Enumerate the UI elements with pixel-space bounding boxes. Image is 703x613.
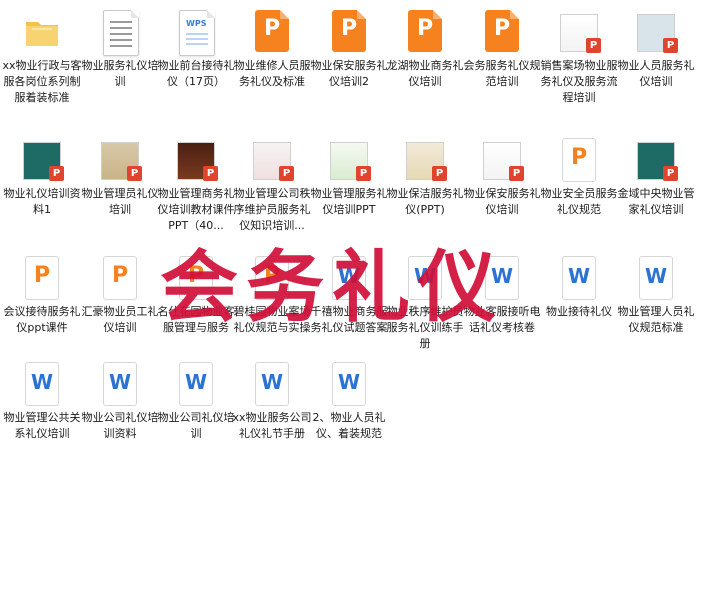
ppt-thumbnail-icon: P xyxy=(404,138,447,186)
file-item[interactable]: P 物业人员服务礼仪培训 xyxy=(616,0,696,110)
ppt-file-icon: P xyxy=(251,10,293,58)
file-item[interactable]: P 会务服务礼仪规范培训 xyxy=(462,0,542,110)
file-item[interactable]: P 物业管理商务礼仪培训教材课件PPT（40... xyxy=(156,128,236,238)
file-item[interactable]: W 物业管理公共关系礼仪培训 xyxy=(2,352,82,462)
file-name-label: 金域中央物业管家礼仪培训 xyxy=(617,187,695,216)
ppt-outline-icon: P xyxy=(251,256,293,304)
word-file-icon: W xyxy=(328,362,370,410)
ppt-thumbnail-icon: P xyxy=(558,10,601,58)
file-item[interactable]: WPS 物业前台接待礼仪（17页） xyxy=(156,0,236,110)
file-name-label: 物业接待礼仪 xyxy=(546,305,612,318)
file-item[interactable]: P 物业维修人员服务礼仪及标准 xyxy=(232,0,312,110)
file-name-label: 龙湖物业商务礼仪培训 xyxy=(386,59,464,88)
text-document-icon xyxy=(99,10,141,58)
ppt-outline-icon: P xyxy=(99,256,141,304)
file-name-label: 物业前台接待礼仪（17页） xyxy=(157,59,235,88)
file-name-label: 碧桂园物业案场礼仪规范与实操 xyxy=(233,305,311,334)
word-file-icon: W xyxy=(21,362,63,410)
file-name-label: 物业管理公司秩序维护员服务礼仪知识培训... xyxy=(233,187,311,232)
file-name-label: 物业管理商务礼仪培训教材课件PPT（40... xyxy=(157,187,235,232)
file-item[interactable]: P 金域中央物业管家礼仪培训 xyxy=(616,128,696,238)
file-name-label: 汇豪物业员工礼仪培训 xyxy=(81,305,159,334)
file-name-label: 物业管理公共关系礼仪培训 xyxy=(3,411,81,440)
file-item[interactable]: W 物业公司礼仪培训 xyxy=(156,352,236,462)
ppt-thumbnail-icon: P xyxy=(175,138,218,186)
word-file-icon: W xyxy=(404,256,446,304)
file-item[interactable]: P 销售案场物业服务礼仪及服务流程培训 xyxy=(539,0,619,110)
file-item[interactable]: W 物业客服接听电话礼仪考核卷 xyxy=(462,246,542,356)
ppt-file-icon: P xyxy=(404,10,446,58)
ppt-outline-icon: P xyxy=(21,256,63,304)
file-item[interactable]: P 物业管理公司秩序维护员服务礼仪知识培训... xyxy=(232,128,312,238)
file-item[interactable]: W 2、物业人员礼仪、着装规范 xyxy=(309,352,389,462)
file-item[interactable]: P 名仕花园物业客服管理与服务 xyxy=(156,246,236,356)
file-name-label: 物业保洁服务礼仪(PPT) xyxy=(386,187,464,216)
ppt-thumbnail-icon: P xyxy=(328,138,371,186)
file-item[interactable]: P 物业保安服务礼仪培训2 xyxy=(309,0,389,110)
file-item[interactable]: 物业服务礼仪培训 xyxy=(80,0,160,110)
word-file-icon: W xyxy=(558,256,600,304)
word-file-icon: W xyxy=(328,256,370,304)
file-item[interactable]: P 会议接待服务礼仪ppt课件 xyxy=(2,246,82,356)
file-name-label: 物业服务礼仪培训 xyxy=(81,59,159,88)
file-name-label: 千禧物业商务服务礼仪试题答案 xyxy=(310,305,388,334)
word-file-icon: W xyxy=(635,256,677,304)
word-file-icon: W xyxy=(251,362,293,410)
file-name-label: 物业管理服务礼仪培训PPT xyxy=(310,187,388,216)
file-item[interactable]: P 物业保安服务礼仪培训 xyxy=(462,128,542,238)
file-item[interactable]: P 碧桂园物业案场礼仪规范与实操 xyxy=(232,246,312,356)
word-file-icon: W xyxy=(481,256,523,304)
file-grid: xx物业行政与客服各岗位系列制服着装标准 物业服务礼仪培训 WPS 物业前台接待礼仪（… xyxy=(0,0,703,613)
file-item[interactable]: Wxx物业服务公司礼仪礼节手册 xyxy=(232,352,312,462)
file-name-label: 物业管理员礼仪培训 xyxy=(81,187,159,216)
file-name-label: 会议接待服务礼仪ppt课件 xyxy=(3,305,81,334)
file-name-label: 物业维修人员服务礼仪及标准 xyxy=(233,59,311,88)
file-item[interactable]: P 龙湖物业商务礼仪培训 xyxy=(385,0,465,110)
file-name-label: 物业保安服务礼仪培训2 xyxy=(310,59,388,88)
file-name-label: 物业秩序维护员服务礼仪训练手册 xyxy=(386,305,464,350)
file-name-label: 物业安全员服务礼仪规范 xyxy=(540,187,618,216)
file-name-label: 名仕花园物业客服管理与服务 xyxy=(157,305,235,334)
word-file-icon: W xyxy=(175,362,217,410)
file-name-label: 物业管理人员礼仪规范标准 xyxy=(617,305,695,334)
wps-document-icon: WPS xyxy=(175,10,217,58)
ppt-thumbnail-icon: P xyxy=(481,138,524,186)
file-item[interactable]: P 物业保洁服务礼仪(PPT) xyxy=(385,128,465,238)
ppt-thumbnail-icon: P xyxy=(635,10,678,58)
file-name-label: 物业保安服务礼仪培训 xyxy=(463,187,541,216)
file-item[interactable]: W 物业秩序维护员服务礼仪训练手册 xyxy=(385,246,465,356)
file-name-label: 销售案场物业服务礼仪及服务流程培训 xyxy=(540,59,618,104)
file-item[interactable]: P 汇豪物业员工礼仪培训 xyxy=(80,246,160,356)
file-item[interactable]: xx物业行政与客服各岗位系列制服着装标准 xyxy=(2,0,82,110)
folder-icon xyxy=(21,10,63,58)
word-file-icon: W xyxy=(99,362,141,410)
file-name-label: 物业公司礼仪培训 xyxy=(157,411,235,440)
file-item[interactable]: W 千禧物业商务服务礼仪试题答案 xyxy=(309,246,389,356)
ppt-thumbnail-icon: P xyxy=(251,138,294,186)
ppt-outline-icon: P xyxy=(175,256,217,304)
file-item[interactable]: P 物业礼仪培训资料1 xyxy=(2,128,82,238)
file-name-label: 物业客服接听电话礼仪考核卷 xyxy=(463,305,541,334)
file-name-label: 2、物业人员礼仪、着装规范 xyxy=(312,411,386,440)
file-item[interactable]: W 物业接待礼仪 xyxy=(539,246,619,356)
ppt-file-icon: P xyxy=(328,10,370,58)
file-name-label: xx物业行政与客服各岗位系列制服着装标准 xyxy=(2,59,82,104)
ppt-thumbnail-icon: P xyxy=(21,138,64,186)
file-item[interactable]: P 物业安全员服务礼仪规范 xyxy=(539,128,619,238)
file-name-label: xx物业服务公司礼仪礼节手册 xyxy=(232,411,312,440)
ppt-thumbnail-icon: P xyxy=(99,138,142,186)
file-item[interactable]: P 物业管理员礼仪培训 xyxy=(80,128,160,238)
ppt-outline-icon: P xyxy=(558,138,600,186)
ppt-file-icon: P xyxy=(481,10,523,58)
ppt-thumbnail-icon: P xyxy=(635,138,678,186)
file-item[interactable]: W 物业公司礼仪培训资料 xyxy=(80,352,160,462)
file-item[interactable]: P 物业管理服务礼仪培训PPT xyxy=(309,128,389,238)
file-name-label: 物业人员服务礼仪培训 xyxy=(617,59,695,88)
file-name-label: 物业礼仪培训资料1 xyxy=(3,187,81,216)
file-name-label: 会务服务礼仪规范培训 xyxy=(463,59,541,88)
file-name-label: 物业公司礼仪培训资料 xyxy=(81,411,159,440)
file-item[interactable]: W 物业管理人员礼仪规范标准 xyxy=(616,246,696,356)
